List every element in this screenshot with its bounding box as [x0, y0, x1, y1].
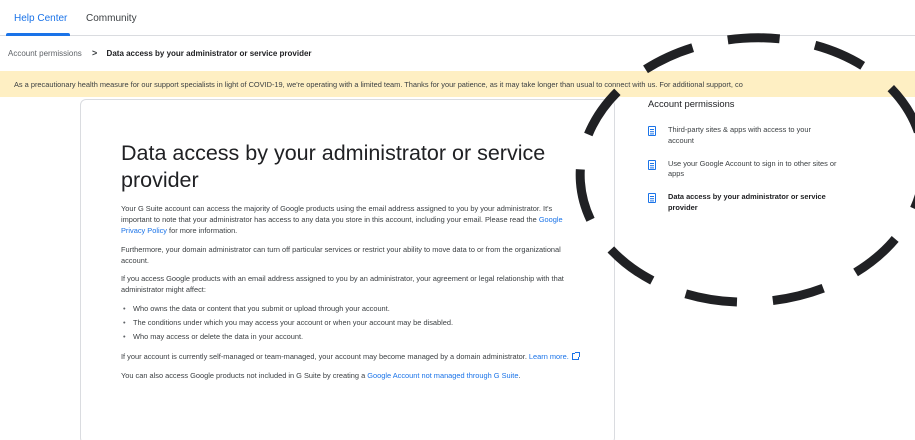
top-nav: Help Center Community: [0, 0, 915, 36]
sidebar-item-third-party-apps[interactable]: Third-party sites & apps with access to …: [648, 125, 848, 147]
paragraph-text: You can also access Google products not …: [121, 370, 368, 380]
document-icon: [648, 159, 656, 170]
sidebar-item-data-access[interactable]: Data access by your administrator or ser…: [648, 192, 848, 214]
sidebar-heading: Account permissions: [648, 98, 735, 109]
sidebar-item-sign-in-other-sites[interactable]: Use your Google Account to sign in to ot…: [648, 159, 848, 181]
notice-banner: As a precautionary health measure for ou…: [0, 71, 915, 97]
article-paragraph: If your account is currently self-manage…: [121, 351, 581, 362]
article-card: Data access by your administrator or ser…: [80, 99, 615, 440]
article-paragraph: You can also access Google products not …: [121, 370, 581, 381]
tab-community[interactable]: Community: [86, 13, 137, 24]
article-paragraph: Your G Suite account can access the majo…: [121, 203, 581, 237]
list-item: The conditions under which you may acces…: [121, 316, 581, 330]
sidebar-item-label: Use your Google Account to sign in to ot…: [668, 158, 837, 179]
sidebar-item-label: Data access by your administrator or ser…: [668, 192, 826, 212]
article-paragraph: Furthermore, your domain administrator c…: [121, 244, 561, 265]
article-paragraph: If you access Google products with an em…: [121, 274, 564, 295]
sidebar-item-label: Third-party sites & apps with access to …: [668, 125, 811, 145]
paragraph-text: for more information.: [167, 226, 238, 236]
list-item: Who owns the data or content that you su…: [121, 302, 581, 316]
list-item: Who may access or delete the data in you…: [121, 330, 581, 344]
tab-help-center[interactable]: Help Center: [14, 13, 67, 24]
breadcrumb-current: Data access by your administrator or ser…: [106, 49, 312, 58]
article-body: Data access by your administrator or ser…: [121, 140, 581, 388]
paragraph-text: Your G Suite account can access the majo…: [121, 204, 553, 225]
bullet-list: Who owns the data or content that you su…: [121, 302, 581, 344]
unmanaged-account-link[interactable]: Google Account not managed through G Sui…: [367, 371, 518, 380]
related-articles-sidebar: Account permissions Third-party sites & …: [648, 98, 848, 226]
active-tab-indicator: [6, 33, 70, 36]
article-title: Data access by your administrator or ser…: [121, 141, 546, 192]
banner-text: As a precautionary health measure for ou…: [14, 80, 743, 89]
document-icon: [648, 126, 656, 136]
learn-more-link[interactable]: Learn more.: [529, 352, 569, 361]
breadcrumb-link-account-permissions[interactable]: Account permissions: [8, 49, 82, 58]
external-link-icon: [571, 352, 580, 361]
document-icon: [648, 193, 656, 204]
paragraph-text: .: [518, 370, 521, 380]
chevron-right-icon: >: [92, 48, 98, 58]
breadcrumb: Account permissions > Data access by you…: [8, 48, 312, 58]
paragraph-text: If your account is currently self-manage…: [121, 352, 529, 362]
